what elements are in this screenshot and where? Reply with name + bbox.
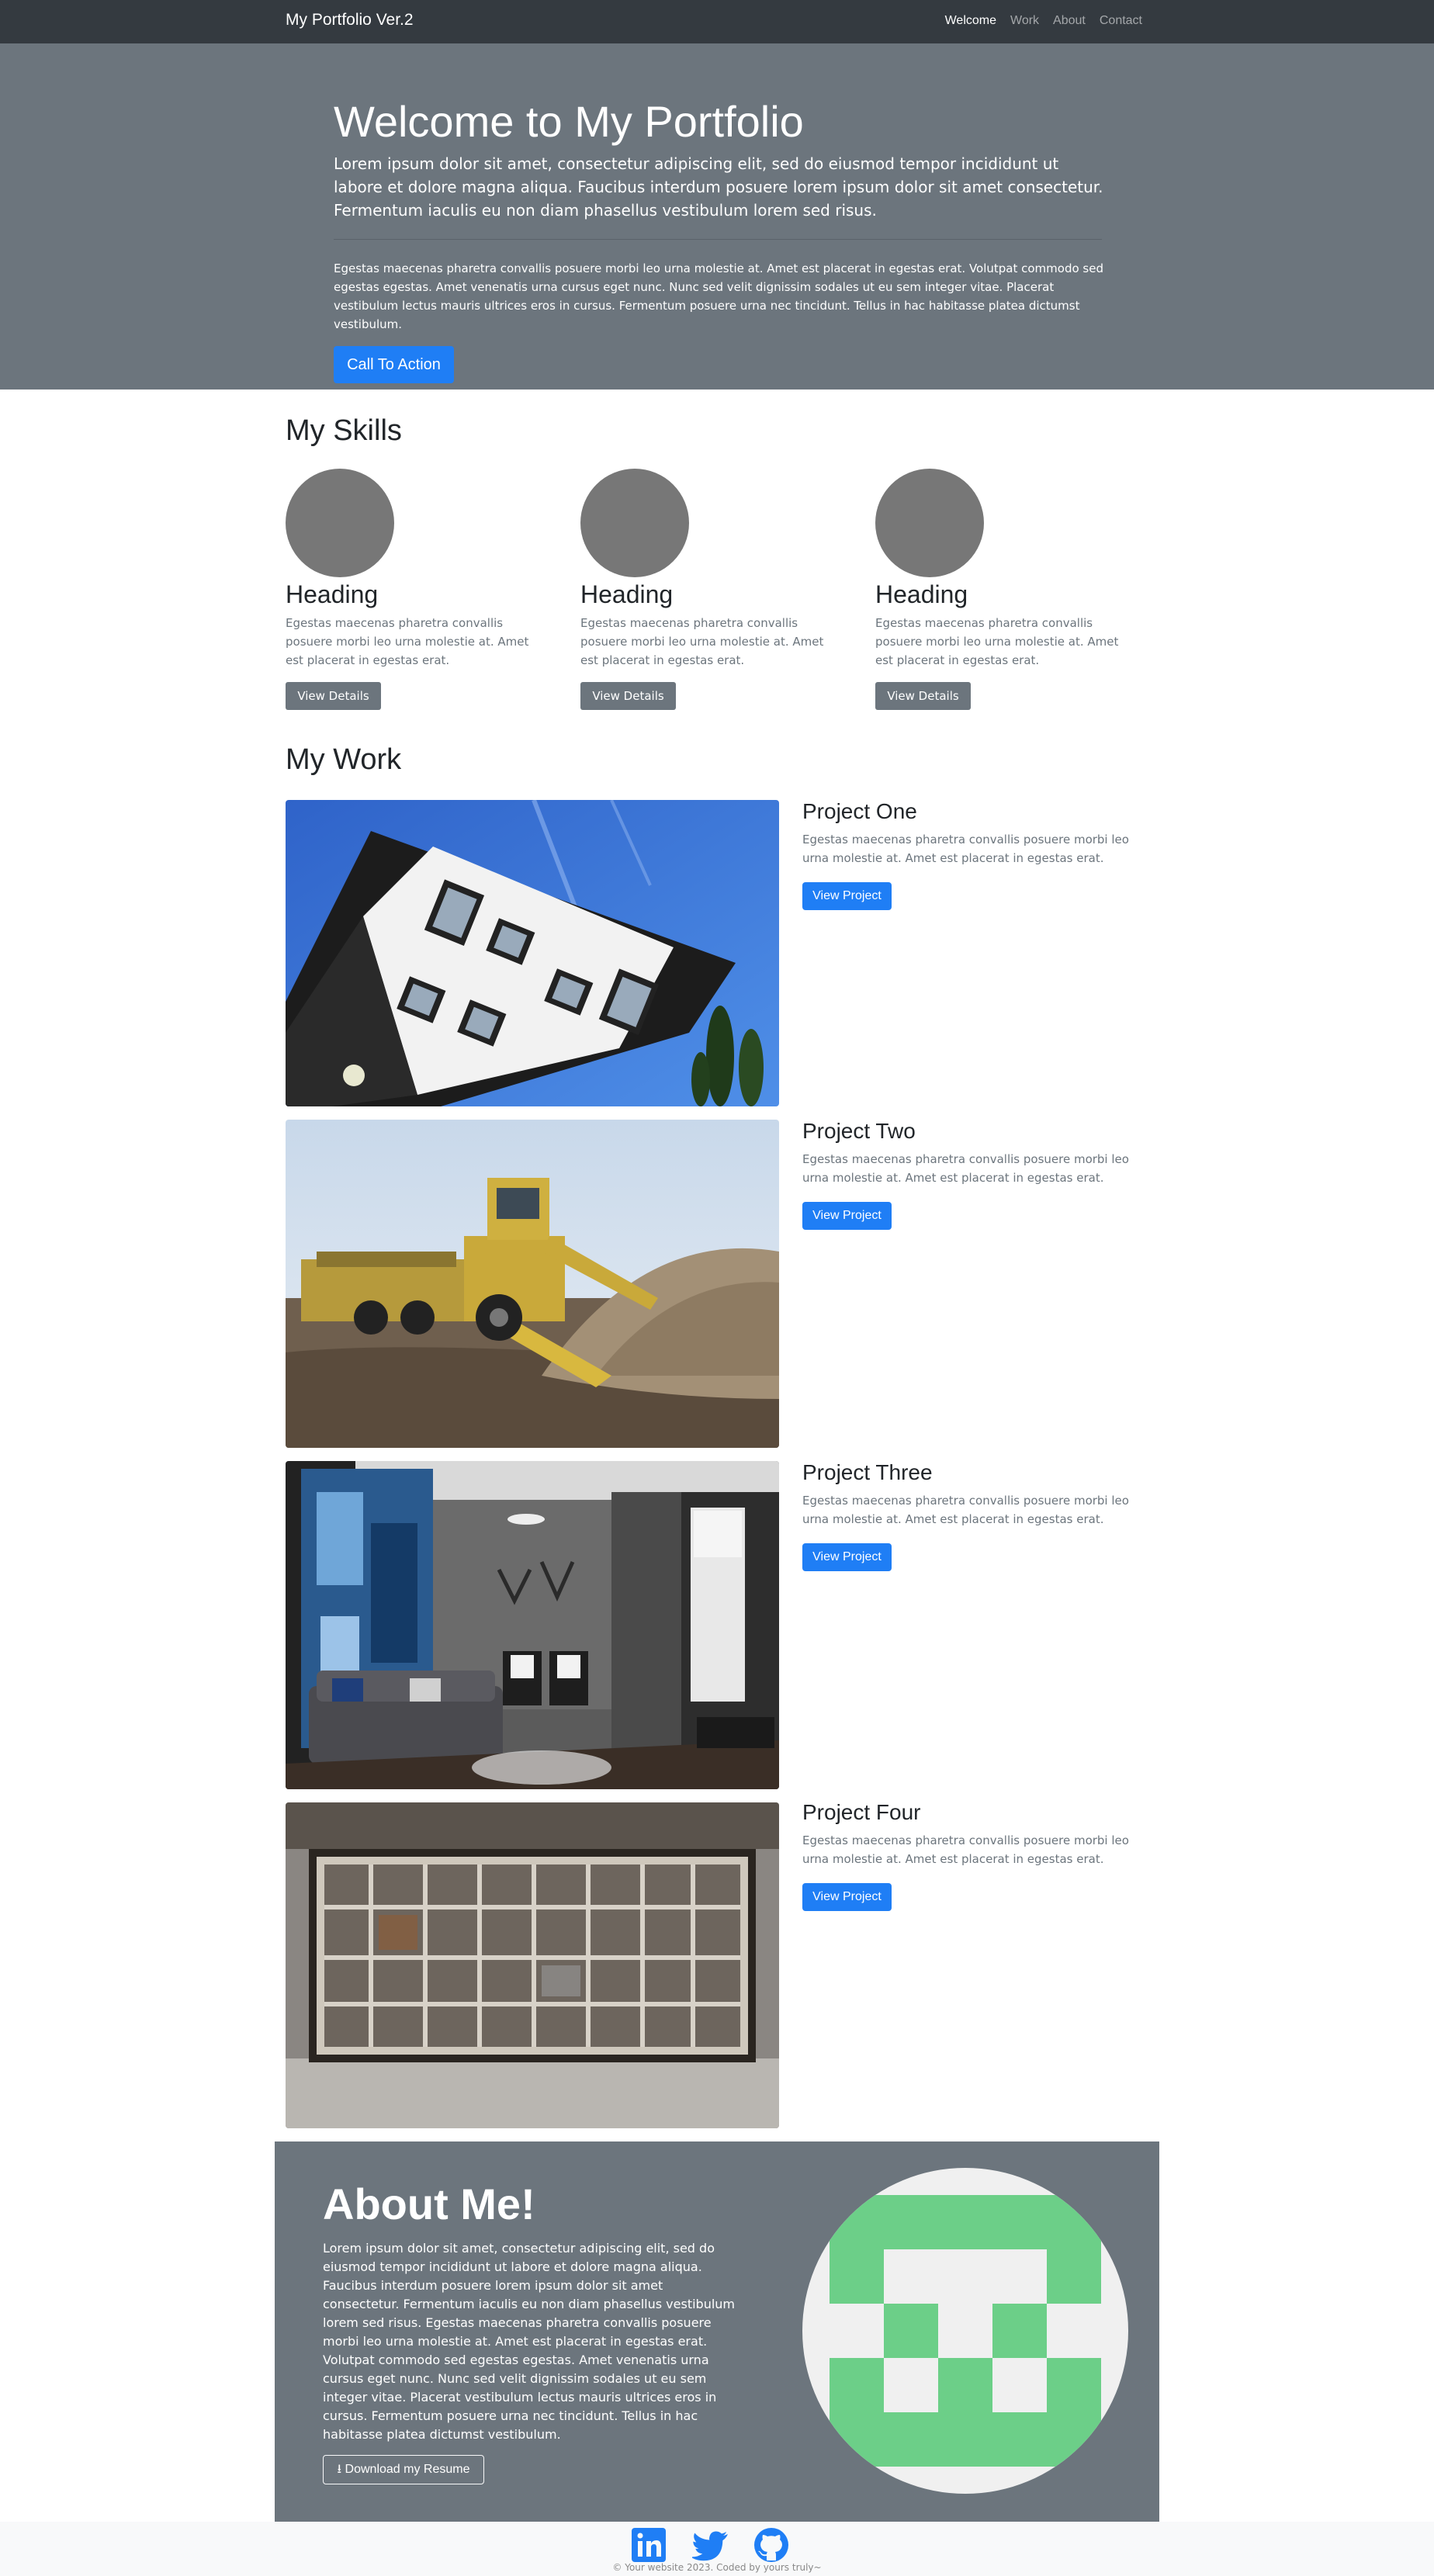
about-title: About Me! <box>323 2180 535 2228</box>
skill-text: Egestas maecenas pharetra convallis posu… <box>875 616 1119 667</box>
about-text: Lorem ipsum dolor sit amet, consectetur … <box>323 2241 736 2442</box>
project-three-image <box>286 1461 779 1789</box>
avatar <box>802 2168 1128 2494</box>
project-one-image <box>286 800 779 1106</box>
about-section: About Me! Lorem ipsum dolor sit amet, co… <box>275 2141 1159 2522</box>
project-text: Egestas maecenas pharetra convallis posu… <box>802 1494 1129 1526</box>
project-title: Project Two <box>802 1119 916 1143</box>
download-resume-button[interactable]: ⭳ Download my Resume <box>323 2455 484 2484</box>
project-title: Project One <box>802 799 917 823</box>
skill-placeholder-image <box>875 469 984 577</box>
skill-card: Heading Egestas maecenas pharetra conval… <box>580 469 844 710</box>
skill-heading: Heading <box>286 580 379 608</box>
footer: © Your website 2023. Coded by yours trul… <box>0 2522 1434 2576</box>
view-project-button[interactable]: View Project <box>802 1883 892 1911</box>
hero-text: Egestas maecenas pharetra convallis posu… <box>334 261 1103 331</box>
project-text: Egestas maecenas pharetra convallis posu… <box>802 1833 1129 1866</box>
linkedin-icon[interactable] <box>630 2526 667 2564</box>
skill-placeholder-image <box>580 469 689 577</box>
project-text: Egestas maecenas pharetra convallis posu… <box>802 833 1129 865</box>
nav-link-about[interactable]: About <box>1053 14 1086 28</box>
nav-link-contact[interactable]: Contact <box>1100 14 1142 28</box>
project-four-image <box>286 1802 779 2128</box>
skill-placeholder-image <box>286 469 394 577</box>
project-title: Project Three <box>802 1460 933 1484</box>
hero-title: Welcome to My Portfolio <box>334 97 804 146</box>
hero-divider <box>334 239 1102 240</box>
skill-text: Egestas maecenas pharetra convallis posu… <box>286 616 529 667</box>
call-to-action-button[interactable]: Call To Action <box>334 346 454 383</box>
nav-link-welcome[interactable]: Welcome <box>945 14 996 28</box>
view-project-button[interactable]: View Project <box>802 882 892 910</box>
nav-link-work[interactable]: Work <box>1010 14 1039 28</box>
nav-links: Welcome Work About Contact <box>945 14 1142 28</box>
view-details-button[interactable]: View Details <box>286 682 381 710</box>
download-resume-label: Download my Resume <box>345 2463 470 2476</box>
view-project-button[interactable]: View Project <box>802 1202 892 1230</box>
skill-text: Egestas maecenas pharetra convallis posu… <box>580 616 824 667</box>
skill-heading: Heading <box>580 580 674 608</box>
navbar: My Portfolio Ver.2 Welcome Work About Co… <box>0 0 1434 43</box>
skill-heading: Heading <box>875 580 968 608</box>
skills-title: My Skills <box>286 414 402 447</box>
skill-card: Heading Egestas maecenas pharetra conval… <box>286 469 549 710</box>
download-icon: ⭳ <box>337 2463 342 2476</box>
view-project-button[interactable]: View Project <box>802 1543 892 1571</box>
twitter-icon[interactable] <box>690 2526 729 2564</box>
hero-jumbotron: Welcome to My Portfolio Lorem ipsum dolo… <box>0 43 1434 390</box>
view-details-button[interactable]: View Details <box>580 682 676 710</box>
project-title: Project Four <box>802 1800 921 1824</box>
project-text: Egestas maecenas pharetra convallis posu… <box>802 1152 1129 1185</box>
skill-card: Heading Egestas maecenas pharetra conval… <box>875 469 1139 710</box>
copyright-text: © Your website 2023. Coded by yours trul… <box>612 2562 822 2573</box>
hero-lead: Lorem ipsum dolor sit amet, consectetur … <box>334 154 1103 220</box>
work-title: My Work <box>286 743 402 776</box>
project-two-image <box>286 1120 779 1448</box>
github-icon[interactable] <box>753 2526 790 2564</box>
view-details-button[interactable]: View Details <box>875 682 971 710</box>
brand-link[interactable]: My Portfolio Ver.2 <box>286 11 414 29</box>
